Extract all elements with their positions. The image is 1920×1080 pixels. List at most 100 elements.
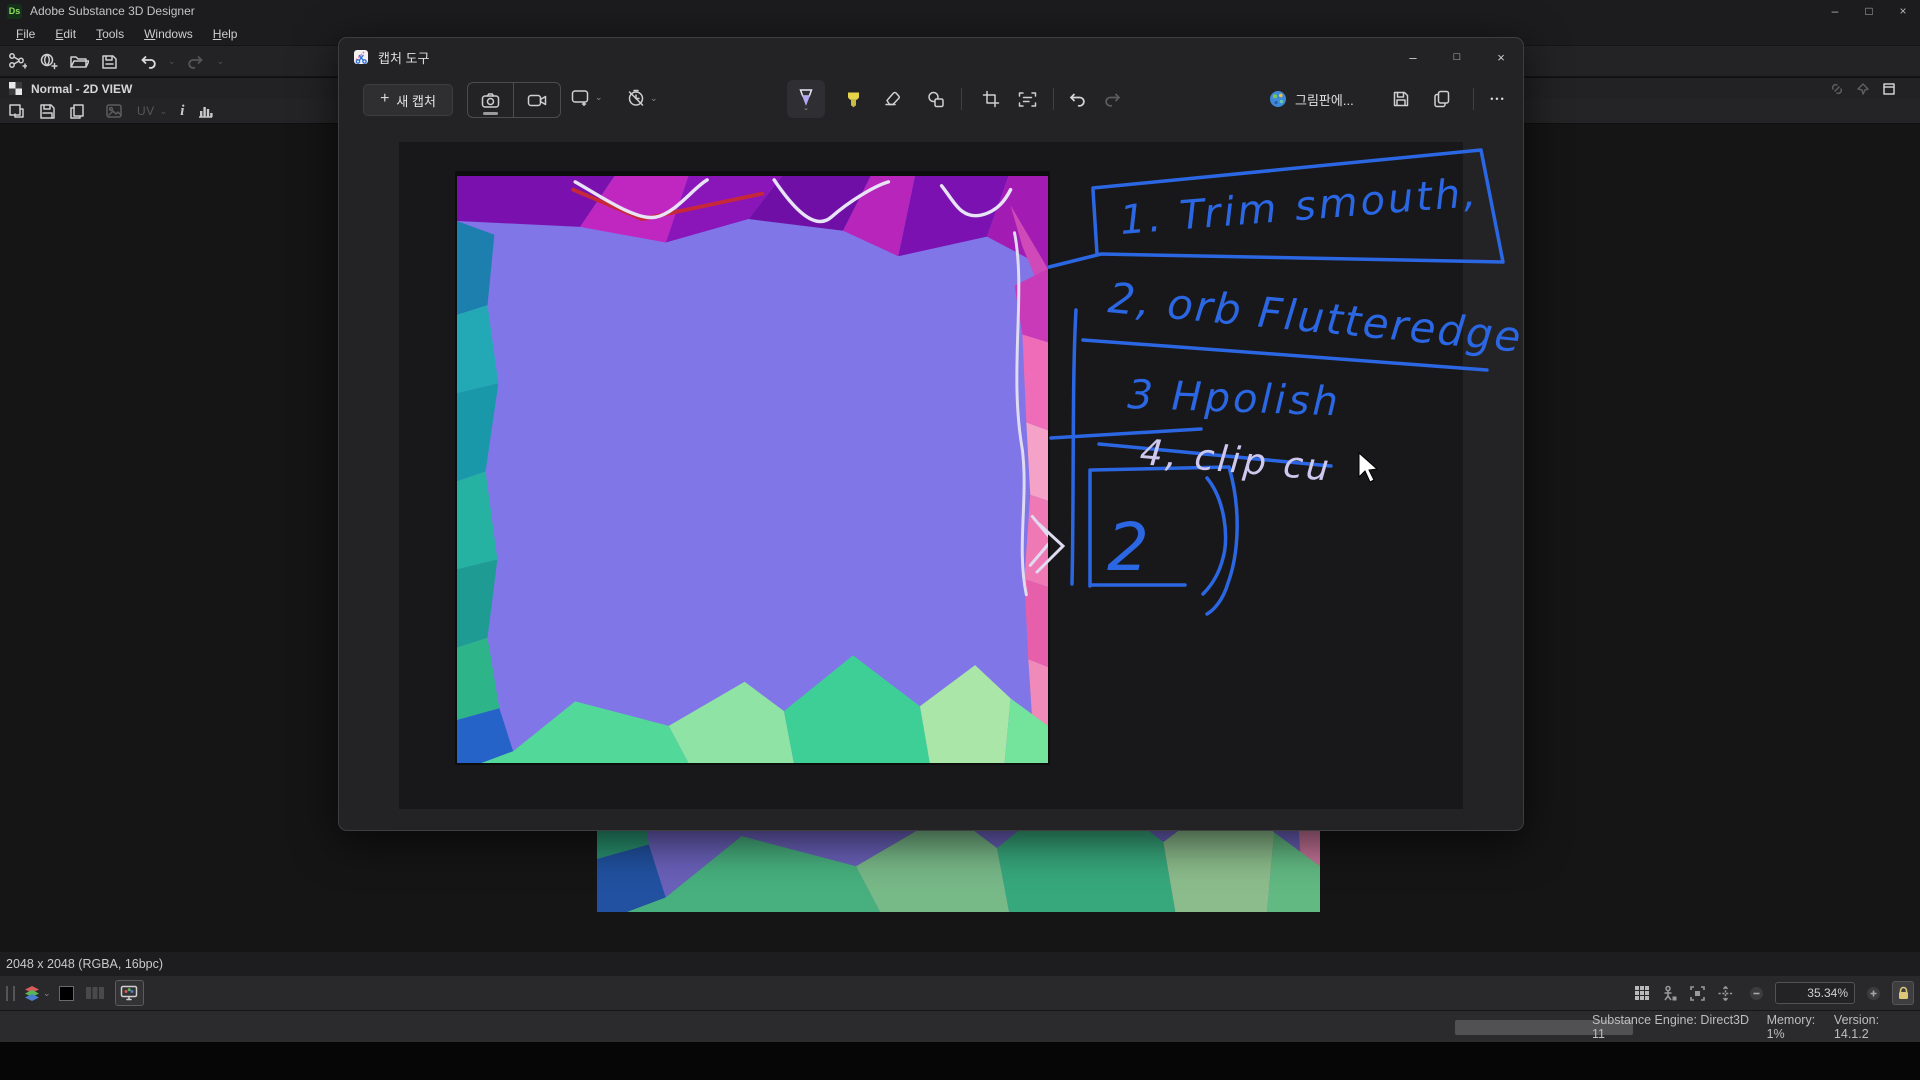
open-folder-icon[interactable] <box>70 53 89 69</box>
undo-dropdown-chevron[interactable]: ⌄ <box>168 56 176 67</box>
captured-image[interactable] <box>455 171 1050 765</box>
edit-in-paint-label: 그림판에... <box>1295 90 1354 109</box>
video-camera-icon <box>527 93 547 108</box>
save-icon <box>1392 90 1410 108</box>
snip-undo-button[interactable] <box>1057 80 1095 118</box>
designer-window-title: Adobe Substance 3D Designer <box>30 4 195 18</box>
text-actions-icon <box>1018 91 1037 108</box>
eraser-icon <box>884 90 902 108</box>
channels-dropdown-chevron[interactable]: ⌄ <box>43 988 51 999</box>
image-info-text: 2048 x 2048 (RGBA, 16bpc) <box>6 957 163 971</box>
camera-icon <box>481 92 500 109</box>
image-info-row: 2048 x 2048 (RGBA, 16bpc) <box>0 952 1920 976</box>
float-panel-icon[interactable] <box>1882 82 1896 96</box>
crop-icon <box>982 90 1000 108</box>
highlighter-icon <box>845 90 862 109</box>
menu-help[interactable]: Help <box>203 24 248 44</box>
video-mode[interactable] <box>514 83 559 117</box>
status-memory: Memory: 1% <box>1767 1013 1834 1041</box>
designer-close-button[interactable]: × <box>1886 1 1920 21</box>
background-color-swatch[interactable] <box>59 986 74 1001</box>
save-snip-button[interactable] <box>1382 80 1420 118</box>
undo-icon[interactable] <box>139 53 156 70</box>
rectangle-select-icon <box>571 89 590 106</box>
zoom-out-button[interactable] <box>1749 986 1764 1001</box>
save-all-icon[interactable] <box>101 53 119 70</box>
eraser-tool[interactable] <box>874 80 912 118</box>
redo-dropdown-chevron[interactable]: ⌄ <box>217 56 225 67</box>
menu-windows[interactable]: Windows <box>134 24 203 44</box>
zoom-in-button[interactable] <box>1866 986 1881 1001</box>
histogram-icon[interactable] <box>197 103 214 119</box>
new-capture-button[interactable]: + 새 캡처 <box>363 84 453 116</box>
screen: Ds Adobe Substance 3D Designer – □ × Fil… <box>0 0 1920 1080</box>
uv-dropdown-chevron-disabled: ⌄ <box>160 106 168 117</box>
substance-designer-logo-icon: Ds <box>7 4 22 19</box>
save-view-icon[interactable] <box>39 103 56 120</box>
status-bar: Substance Engine: Direct3D 11 Memory: 1%… <box>0 1010 1920 1043</box>
bottom-black-strip <box>0 1042 1920 1080</box>
info-icon[interactable]: i <box>180 103 184 120</box>
capture-mode-toggle <box>467 82 561 118</box>
zoom-lock-toggle[interactable] <box>1892 981 1914 1005</box>
zoom-level-value: 35.34% <box>1807 986 1848 1000</box>
see-more-button[interactable]: ••• <box>1479 80 1517 118</box>
pin-panel-icon[interactable] <box>1856 82 1870 96</box>
screenshot-mode-selected[interactable] <box>468 83 513 117</box>
highlighter-tool[interactable] <box>834 80 872 118</box>
checker-panel-icon <box>8 81 23 96</box>
snip-undo-icon <box>1067 90 1085 108</box>
snip-close-button[interactable]: × <box>1479 38 1523 76</box>
snip-maximize-button[interactable]: □ <box>1435 38 1479 76</box>
shapes-icon <box>927 91 945 108</box>
snip-minimize-button[interactable]: – <box>1391 38 1435 76</box>
menu-tools[interactable]: Tools <box>86 24 134 44</box>
pan-view-icon[interactable] <box>1717 985 1734 1002</box>
paint-palette-icon <box>1269 90 1287 108</box>
snip-delay-select[interactable]: ⌄ <box>627 89 658 107</box>
snip-shape-select[interactable]: ⌄ <box>571 89 603 106</box>
tiling-columns-icon-disabled <box>85 985 105 1001</box>
menu-file[interactable]: File <box>6 24 45 44</box>
snip-redo-icon <box>1105 90 1123 108</box>
redo-icon[interactable] <box>188 53 205 70</box>
link-panel-icon[interactable] <box>1830 82 1844 96</box>
ballpoint-pen-icon <box>798 88 814 107</box>
fit-view-icon[interactable] <box>1689 985 1706 1002</box>
text-actions-tool[interactable] <box>1008 80 1046 118</box>
plus-icon: + <box>380 90 389 108</box>
shapes-tool[interactable] <box>917 80 955 118</box>
monitor-rgb-icon <box>120 985 138 1001</box>
channels-stack-icon[interactable] <box>24 985 41 1002</box>
color-display-toggle-selected[interactable] <box>115 980 144 1006</box>
toolbar-grip-handle[interactable] <box>6 986 15 1001</box>
share-graph-icon[interactable] <box>8 52 27 70</box>
designer-titlebar: Ds Adobe Substance 3D Designer – □ × <box>0 0 1920 22</box>
snipping-tool-window: 캡처 도구 – □ × + 새 캡처 <box>338 37 1524 831</box>
ellipsis-icon: ••• <box>1490 94 1505 104</box>
crop-tool[interactable] <box>972 80 1010 118</box>
new-capture-label: 새 캡처 <box>396 91 436 110</box>
new-package-icon[interactable] <box>39 52 58 70</box>
duplicate-view-icon[interactable] <box>8 103 26 120</box>
snip-titlebar[interactable]: 캡처 도구 – □ × <box>339 38 1523 76</box>
designer-minimize-button[interactable]: – <box>1818 1 1852 21</box>
zoom-level-field[interactable]: 35.34% <box>1775 982 1855 1004</box>
timer-off-icon <box>627 89 645 107</box>
copy-image-icon[interactable] <box>69 103 86 120</box>
lock-icon <box>1897 986 1910 1000</box>
copy-snip-button[interactable] <box>1423 80 1461 118</box>
export-image-icon-disabled <box>105 103 124 120</box>
edit-in-paint-button[interactable]: 그림판에... <box>1269 86 1354 112</box>
grid-display-icon[interactable] <box>1634 985 1650 1001</box>
designer-maximize-button[interactable]: □ <box>1852 1 1886 21</box>
uv-mode-label-disabled: UV <box>137 104 155 118</box>
mannequin-scale-icon[interactable] <box>1661 985 1678 1002</box>
background-texture-strip <box>597 829 1320 912</box>
ballpoint-pen-tool-selected[interactable]: ⌄ <box>787 80 825 118</box>
shape-select-chevron: ⌄ <box>595 92 603 103</box>
menu-edit[interactable]: Edit <box>45 24 86 44</box>
panel-title: Normal - 2D VIEW <box>31 82 132 96</box>
snip-window-title: 캡처 도구 <box>378 48 429 67</box>
copy-icon <box>1433 90 1451 108</box>
